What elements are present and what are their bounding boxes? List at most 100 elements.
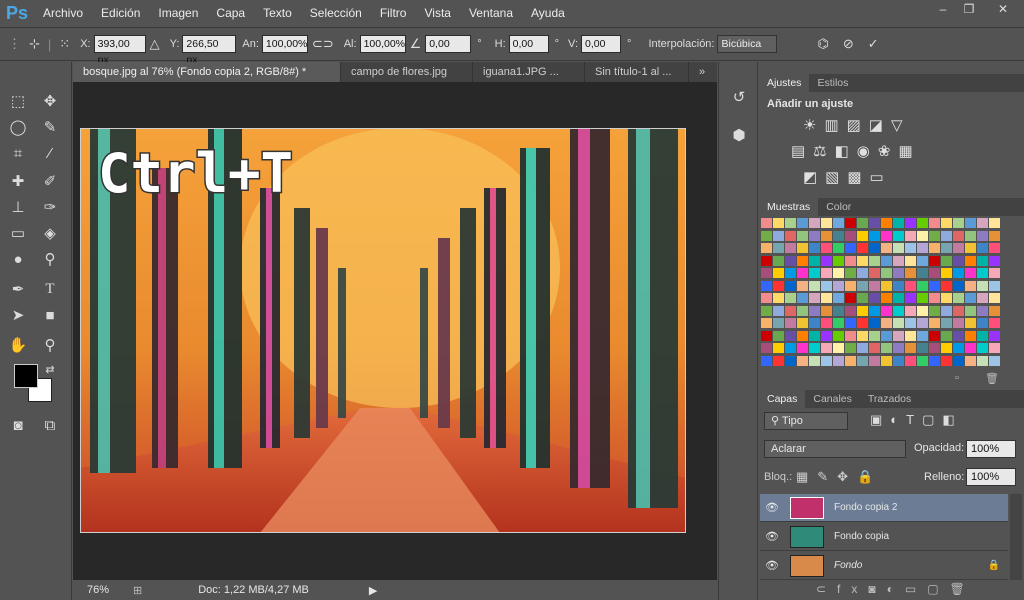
color-swatch[interactable]	[905, 355, 916, 366]
menu-archivo[interactable]: Archivo	[34, 0, 92, 26]
menu-ayuda[interactable]: Ayuda	[522, 0, 574, 26]
dodge-tool-icon[interactable]: ⚲	[38, 248, 62, 270]
color-swatch[interactable]	[773, 318, 784, 328]
menu-filtro[interactable]: Filtro	[371, 0, 416, 26]
layer-row-fondo[interactable]: 👁 Fondo 🔒	[760, 552, 1008, 580]
color-swatch[interactable]	[917, 243, 928, 253]
color-swatch[interactable]	[821, 268, 832, 278]
color-swatch[interactable]	[869, 305, 880, 316]
color-swatch[interactable]	[977, 330, 988, 341]
color-swatch[interactable]	[821, 305, 832, 316]
color-swatch[interactable]	[809, 318, 820, 328]
layer-row-fondo-copia-2[interactable]: 👁 Fondo copia 2	[760, 494, 1008, 522]
healing-brush-icon[interactable]: ✚	[6, 170, 30, 192]
color-swatch[interactable]	[857, 243, 868, 253]
color-swatch[interactable]	[881, 343, 892, 353]
color-swatch[interactable]	[929, 243, 940, 253]
color-swatch[interactable]	[989, 268, 1000, 278]
color-swatch[interactable]	[917, 268, 928, 278]
color-swatch[interactable]	[941, 318, 952, 328]
layer-name[interactable]: Fondo copia 2	[834, 502, 897, 513]
tab-color[interactable]: Color	[818, 198, 859, 216]
blend-mode-select[interactable]: Aclarar	[764, 440, 906, 458]
color-swatch[interactable]	[893, 305, 904, 316]
color-swatch[interactable]	[929, 230, 940, 241]
color-swatch[interactable]	[773, 243, 784, 253]
restore-button[interactable]: ❐	[956, 0, 982, 18]
close-button[interactable]: ✕	[982, 0, 1024, 18]
color-swatch[interactable]	[821, 330, 832, 341]
color-swatch[interactable]	[869, 343, 880, 353]
color-swatch[interactable]	[893, 355, 904, 366]
color-swatch[interactable]	[797, 293, 808, 303]
color-swatch[interactable]	[953, 318, 964, 328]
color-swatch[interactable]	[857, 318, 868, 328]
zoom-tool-icon[interactable]: ⚲	[38, 334, 62, 356]
color-swatch[interactable]	[989, 255, 1000, 266]
layer-row-fondo-copia[interactable]: 👁 Fondo copia	[760, 523, 1008, 551]
document-canvas[interactable]: Ctrl+T	[80, 128, 686, 533]
color-swatch[interactable]	[905, 318, 916, 328]
color-swatch[interactable]	[785, 318, 796, 328]
color-swatch[interactable]	[881, 330, 892, 341]
y-field[interactable]: 266,50 px	[182, 35, 237, 66]
color-swatch[interactable]	[821, 355, 832, 366]
menu-texto[interactable]: Texto	[254, 0, 301, 26]
color-swatch[interactable]	[941, 293, 952, 303]
color-swatch[interactable]	[881, 280, 892, 291]
screen-mode-icon[interactable]: ⧉	[38, 414, 62, 436]
color-swatch[interactable]	[881, 355, 892, 366]
layer-name[interactable]: Fondo copia	[834, 531, 889, 542]
color-swatch[interactable]	[953, 343, 964, 353]
color-swatch[interactable]	[929, 305, 940, 316]
delta-icon[interactable]: △	[150, 36, 160, 52]
color-swatch[interactable]	[833, 330, 844, 341]
color-swatch[interactable]	[833, 343, 844, 353]
color-swatch[interactable]	[941, 243, 952, 253]
transform-bounding-box[interactable]	[80, 128, 686, 533]
color-swatch[interactable]	[989, 343, 1000, 353]
color-swatch[interactable]	[917, 330, 928, 341]
color-swatch[interactable]	[893, 343, 904, 353]
menu-seleccion[interactable]: Selección	[301, 0, 371, 26]
color-swatch[interactable]	[893, 318, 904, 328]
color-swatch[interactable]	[965, 280, 976, 291]
color-swatch[interactable]	[785, 343, 796, 353]
color-swatch[interactable]	[797, 255, 808, 266]
color-swatch[interactable]	[785, 268, 796, 278]
color-swatch[interactable]	[917, 230, 928, 241]
lock-icons[interactable]: ▦✎✥🔒	[796, 469, 882, 485]
color-swatch[interactable]	[773, 230, 784, 241]
color-swatch[interactable]	[977, 280, 988, 291]
color-swatch[interactable]	[989, 218, 1000, 228]
color-swatch[interactable]	[929, 218, 940, 228]
color-swatch[interactable]	[953, 255, 964, 266]
color-swatch[interactable]	[929, 280, 940, 291]
delete-swatch-icon[interactable]: 🗑	[985, 372, 999, 385]
type-tool-icon[interactable]: T	[38, 278, 62, 300]
color-swatch[interactable]	[917, 293, 928, 303]
tab-bosque[interactable]: bosque.jpg al 76% (Fondo copia 2, RGB/8#…	[73, 62, 341, 82]
crop-tool-icon[interactable]: ⌗	[6, 142, 30, 164]
menu-imagen[interactable]: Imagen	[149, 0, 207, 26]
color-swatch[interactable]	[929, 330, 940, 341]
color-swatch[interactable]	[893, 230, 904, 241]
color-swatch[interactable]	[845, 230, 856, 241]
color-swatch[interactable]	[893, 268, 904, 278]
color-swatch[interactable]	[797, 318, 808, 328]
color-swatch[interactable]	[773, 218, 784, 228]
color-swatch[interactable]	[797, 305, 808, 316]
color-swatch[interactable]	[833, 280, 844, 291]
tab-estilos[interactable]: Estilos	[809, 74, 856, 92]
zoom-level[interactable]: 76%	[87, 584, 127, 596]
vskew-field[interactable]: 0,00	[581, 35, 622, 53]
color-swatch[interactable]	[845, 255, 856, 266]
swatch-grid[interactable]	[759, 216, 1000, 368]
color-swatch[interactable]	[797, 218, 808, 228]
color-swatch[interactable]	[989, 305, 1000, 316]
color-swatch[interactable]	[917, 355, 928, 366]
color-swatch[interactable]	[905, 305, 916, 316]
color-swatch[interactable]	[785, 355, 796, 366]
color-swatch[interactable]	[857, 230, 868, 241]
color-swatch[interactable]	[917, 305, 928, 316]
